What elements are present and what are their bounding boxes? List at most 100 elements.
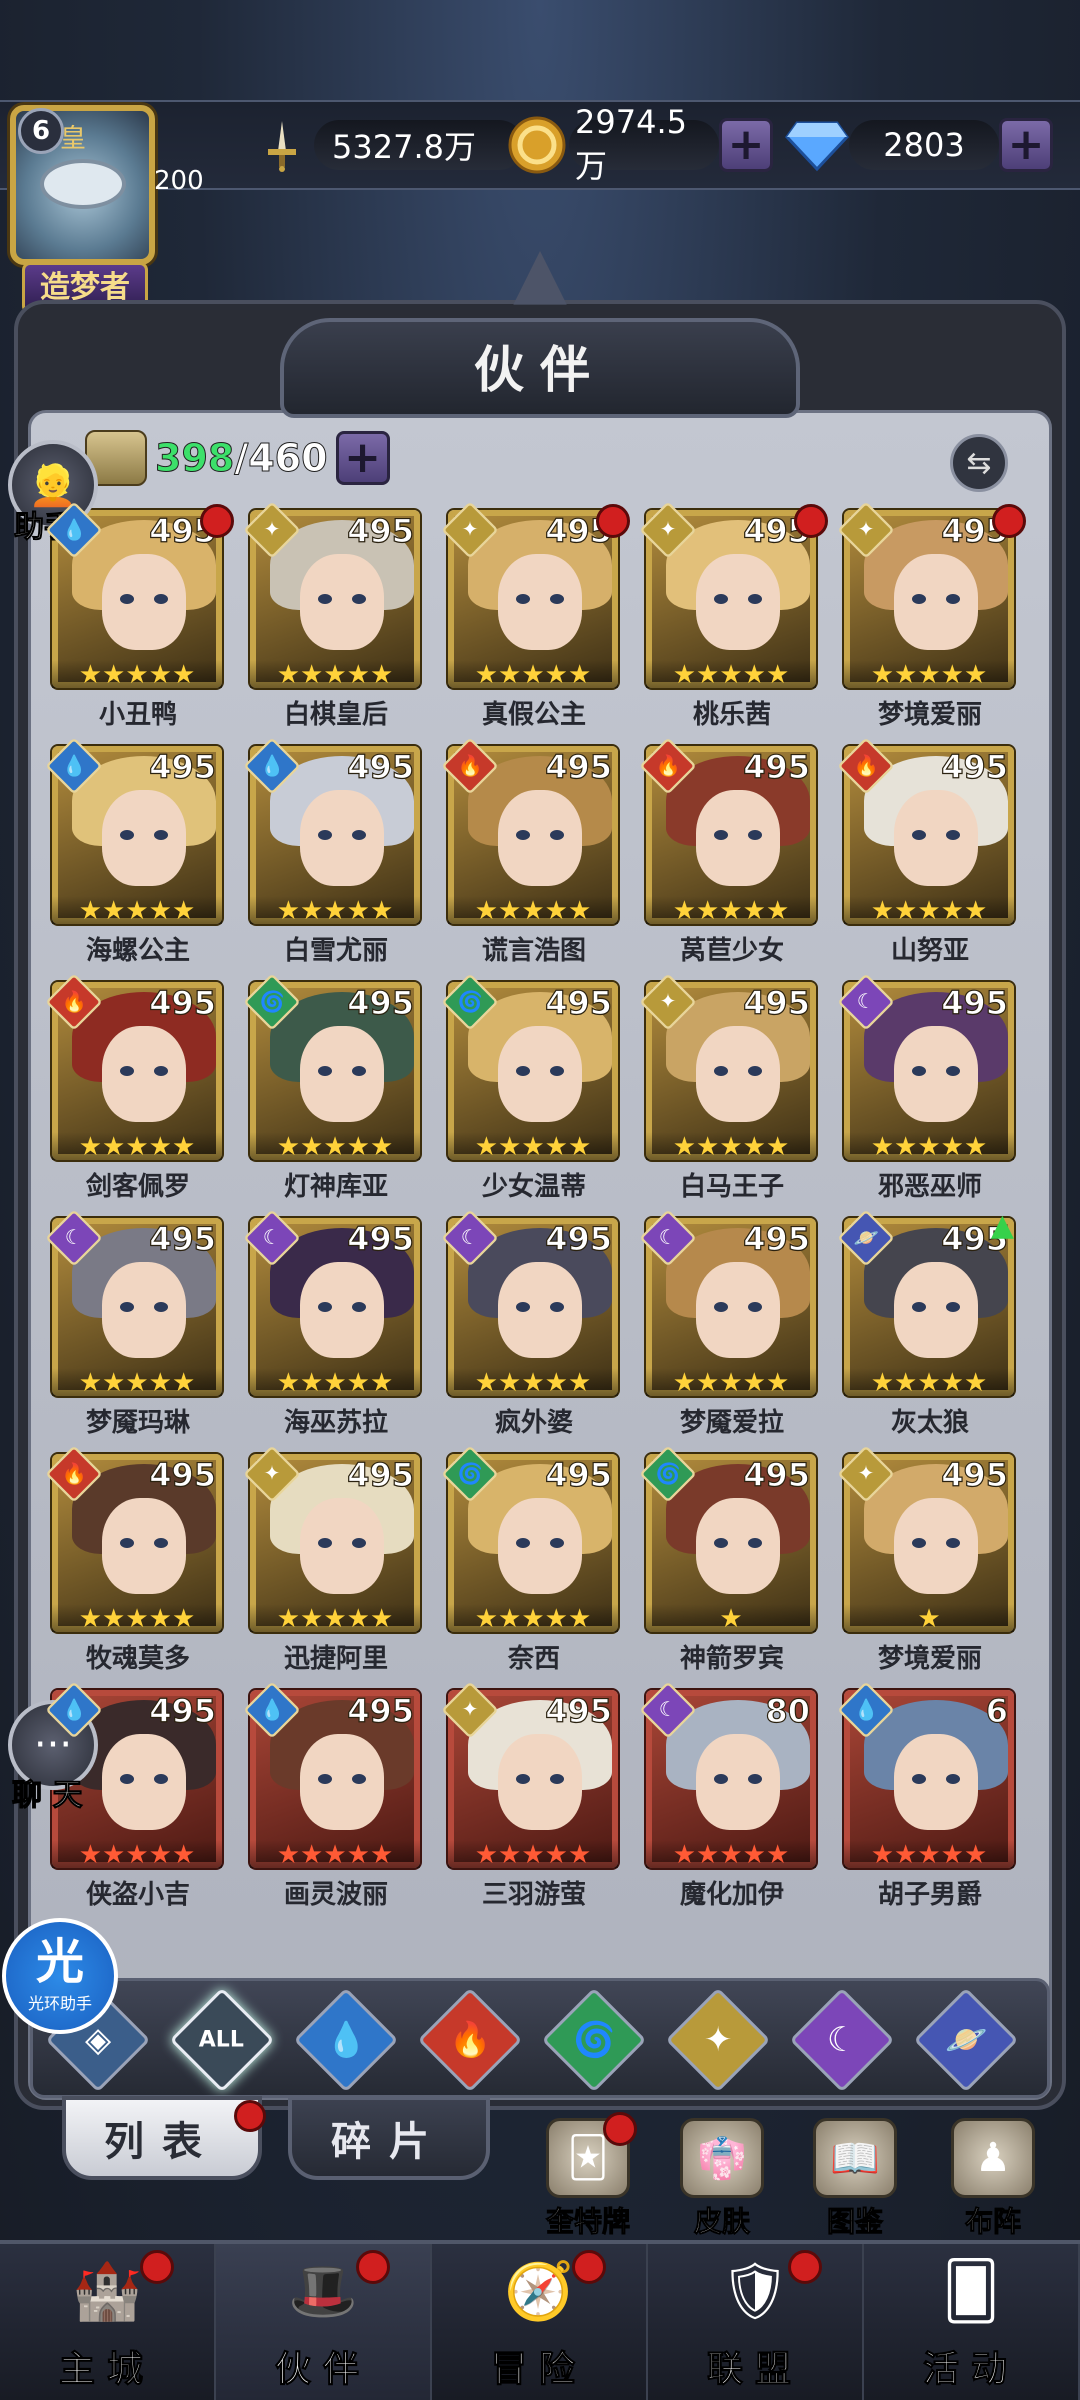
hero-face <box>696 1498 780 1594</box>
hero-card[interactable]: ✦ 495 ★★★★★ 桃乐茜 <box>639 501 828 730</box>
nav-0-tab[interactable]: 🏰 主城 <box>0 2244 216 2400</box>
shortcut-1-button[interactable]: 👘 皮肤 <box>667 2118 777 2240</box>
hero-card[interactable]: 🌀 495 ★★★★★ 奈西 <box>441 1445 618 1674</box>
hero-eye <box>154 1066 168 1076</box>
helper-label: 光环助手 <box>27 1994 92 2013</box>
hero-card[interactable]: 🔥 495 ★★★★★ 牧魂莫多 <box>45 1445 222 1674</box>
hero-stars: ★★★★★ <box>52 1368 222 1398</box>
hero-card[interactable]: ✦ 495 ★★★★★ 白马王子 <box>639 973 816 1202</box>
hero-name: 海螺公主 <box>85 936 190 966</box>
hero-card[interactable]: 💧 495 ★★★★★ 画灵波丽 <box>243 1681 420 1910</box>
hero-card[interactable]: 💧 495 ★★★★★ 海螺公主 <box>45 737 222 966</box>
hero-name: 桃乐茜 <box>692 700 771 730</box>
sort-toggle-button[interactable]: ⇆ <box>950 434 1008 492</box>
hero-card[interactable]: 🔥 495 ★★★★★ 剑客佩罗 <box>45 973 222 1202</box>
hero-face <box>300 790 384 886</box>
hero-eye <box>946 1774 960 1784</box>
hero-name: 灯神库亚 <box>283 1172 388 1202</box>
hero-name: 少女温蒂 <box>481 1172 586 1202</box>
hero-card[interactable]: ☾ 80 ★★★★★ 魔化加伊 <box>639 1681 816 1910</box>
hero-eye <box>714 594 728 604</box>
hero-eye <box>516 1538 530 1548</box>
hero-card[interactable]: ☾ 495 ★★★★★ 海巫苏拉 <box>243 1209 420 1438</box>
hero-card[interactable]: ☾ 495 ★★★★★ 梦魇爱拉 <box>639 1209 816 1438</box>
hero-card[interactable]: 🌀 495 ★★★★★ 灯神库亚 <box>243 973 420 1202</box>
roster-current: 398 <box>154 436 235 481</box>
hero-face <box>102 554 186 650</box>
hero-stars: ★★★★★ <box>844 1368 1014 1398</box>
gold-display: 2974.5万 + <box>505 103 773 185</box>
hero-level: 495 <box>347 511 415 550</box>
hero-eye <box>748 1774 762 1784</box>
hero-eye <box>714 1774 728 1784</box>
hero-card[interactable]: 🔥 495 ★★★★★ 谎言浩图 <box>441 737 618 966</box>
add-gems-button[interactable]: + <box>999 118 1053 172</box>
tab-list[interactable]: 列表 <box>62 2096 262 2180</box>
hero-stars: ★★★★★ <box>448 1840 618 1870</box>
add-gold-button[interactable]: + <box>719 118 773 172</box>
hero-card[interactable]: 🌀 495 ★ 神箭罗宾 <box>639 1445 816 1674</box>
nav-label: 活动 <box>922 2349 1019 2391</box>
shortcut-label: 奎特牌 <box>545 2205 630 2239</box>
hero-eye <box>318 1774 332 1784</box>
bottom-navigation: 🏰 主城 🎩 伙伴 🧭 冒险 🛡 联盟 🂠 活动 <box>0 2240 1080 2400</box>
tab-fragments[interactable]: 碎片 <box>288 2096 490 2180</box>
shortcut-0-button[interactable]: 🃏 奎特牌 <box>533 2112 643 2240</box>
hero-card[interactable]: 🪐 495 ▲ ★★★★★ 灰太狼 <box>837 1208 1014 1438</box>
hero-card[interactable]: 💧 495 ★★★★★ 白雪尤丽 <box>243 737 420 966</box>
hero-card[interactable]: ✦ 495 ★★★★★ 梦境爱丽 <box>837 501 1026 730</box>
filter-wind-icon: 🌀 <box>572 2020 616 2060</box>
nav-1-tab[interactable]: 🎩 伙伴 <box>216 2244 432 2400</box>
hero-eye <box>154 594 168 604</box>
hero-card[interactable]: ✦ 495 ★★★★★ 真假公主 <box>441 501 630 730</box>
expand-roster-button[interactable]: + <box>335 431 390 485</box>
hero-eye <box>550 1774 564 1784</box>
avatar-portrait <box>40 159 126 209</box>
hero-face <box>102 1262 186 1358</box>
hero-eye <box>714 1302 728 1312</box>
hero-name: 梦魇爱拉 <box>679 1408 784 1438</box>
hero-eye <box>352 1066 366 1076</box>
hero-card[interactable]: ☾ 495 ★★★★★ 疯外婆 <box>441 1209 618 1438</box>
hero-name: 莴苣少女 <box>679 936 784 966</box>
power-value: 5327.8万 <box>314 120 524 170</box>
roster-count: 398/460 + <box>85 430 390 486</box>
shortcut-label: 布阵 <box>964 2205 1021 2239</box>
hero-stars: ★★★★★ <box>844 1840 1014 1870</box>
hero-card[interactable]: 💧 495 ★★★★★ 小丑鸭 <box>45 501 234 730</box>
hero-eye <box>912 1302 926 1312</box>
hero-eye <box>154 830 168 840</box>
nav-2-tab[interactable]: 🧭 冒险 <box>432 2244 648 2400</box>
hero-face <box>894 1262 978 1358</box>
hero-level: 495 <box>149 1455 217 1494</box>
hero-eye <box>550 1538 564 1548</box>
notification-dot <box>356 2250 390 2284</box>
nav-3-tab[interactable]: 🛡 联盟 <box>648 2244 864 2400</box>
halo-helper-button[interactable]: 光 光环助手 <box>2 1918 118 2034</box>
hero-level: 495 <box>743 1455 811 1494</box>
shortcut-3-button[interactable]: ♟ 布阵 <box>938 2118 1048 2240</box>
hero-card[interactable]: ✦ 495 ★ 梦境爱丽 <box>837 1445 1014 1674</box>
hero-card[interactable]: ✦ 495 ★★★★★ 迅捷阿里 <box>243 1445 420 1674</box>
shortcut-2-button[interactable]: 📖 图鉴 <box>800 2118 910 2240</box>
hero-level: 495 <box>545 1455 613 1494</box>
notification-dot <box>992 504 1026 538</box>
hero-eye <box>550 1302 564 1312</box>
notification-dot <box>140 2250 174 2284</box>
hero-card[interactable]: ☾ 495 ★★★★★ 邪恶巫师 <box>837 973 1014 1202</box>
hero-card[interactable]: ✦ 495 ★★★★★ 白棋皇后 <box>243 501 420 730</box>
hero-card[interactable]: ✦ 495 ★★★★★ 三羽游萤 <box>441 1681 618 1910</box>
hero-level: 495 <box>347 983 415 1022</box>
hero-level: 495 <box>149 983 217 1022</box>
hero-card[interactable]: 💧 6 ★★★★★ 胡子男爵 <box>837 1681 1014 1910</box>
nav-label: 伙伴 <box>274 2349 371 2391</box>
hero-card[interactable]: 🌀 495 ★★★★★ 少女温蒂 <box>441 973 618 1202</box>
hero-eye <box>154 1538 168 1548</box>
nav-4-tab[interactable]: 🂠 活动 <box>864 2244 1080 2400</box>
hero-card[interactable]: 🔥 495 ★★★★★ 莴苣少女 <box>639 737 816 966</box>
hero-level: 6 <box>985 1691 1008 1730</box>
gem-display: 2803 + <box>785 110 1053 180</box>
hero-card[interactable]: 🔥 495 ★★★★★ 山努亚 <box>837 737 1014 966</box>
hero-card[interactable]: ☾ 495 ★★★★★ 梦魇玛琳 <box>45 1209 222 1438</box>
hero-face <box>102 1734 186 1830</box>
